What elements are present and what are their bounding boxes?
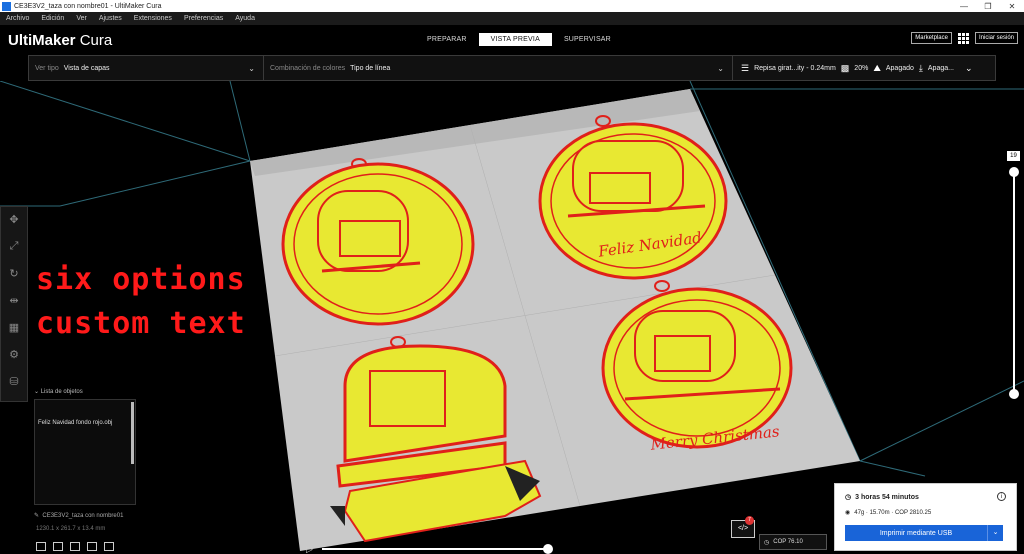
tab-supervisar[interactable]: SUPERVISAR [552, 33, 623, 46]
object-name[interactable]: ✎ CE3E3V2_taza con nombre01 [34, 512, 123, 519]
list-item[interactable] [35, 400, 135, 408]
overlay-caption-line2: custom text [36, 306, 246, 341]
view-type-label: Ver tipo [35, 64, 59, 72]
list-item[interactable]: Feliz Navidad fondo rojo.obj [35, 416, 135, 430]
scale-icon[interactable]: ⤢ [10, 240, 19, 253]
list-item[interactable] [35, 408, 135, 416]
3d-view-icon[interactable] [36, 542, 46, 551]
menu-ver[interactable]: Ver [76, 15, 87, 22]
menu-extensiones[interactable]: Extensiones [134, 15, 172, 22]
list-item[interactable] [35, 438, 135, 446]
chevron-down-icon: ⌄ [964, 62, 973, 73]
path-slider-handle[interactable] [543, 544, 553, 554]
tab-vista-previa[interactable]: VISTA PREVIA [478, 33, 552, 46]
print-settings-summary[interactable]: ☰ Repisa girat...ity - 0.24mm ▩ 20% ⛰ Ap… [733, 63, 973, 74]
list-item[interactable] [35, 430, 135, 438]
object-dimensions: 1230.1 x 261.7 x 13.4 mm [36, 526, 106, 532]
color-scheme-value: Tipo de línea [350, 64, 391, 72]
print-usb-button[interactable]: Imprimir mediante USB ⌄ [845, 525, 1003, 541]
brand-logo: UltiMaker Cura [8, 31, 113, 49]
menu-ayuda[interactable]: Ayuda [235, 15, 255, 22]
left-view-icon[interactable] [87, 542, 97, 551]
chevron-down-icon[interactable]: ⌄ [987, 525, 1003, 541]
layer-slider-bottom-handle[interactable] [1009, 389, 1019, 399]
mirror-icon[interactable]: ⇹ [9, 294, 18, 307]
view-type-select[interactable]: Ver tipo Vista de capas ⌄ [29, 56, 264, 80]
object-list[interactable]: Feliz Navidad fondo rojo.obj [34, 399, 136, 505]
info-icon[interactable]: i [997, 492, 1006, 501]
minimize-button[interactable]: — [952, 2, 976, 11]
path-slider-track[interactable] [322, 548, 548, 550]
cura-app-icon [2, 1, 11, 11]
support-value: Apagado [885, 64, 914, 72]
close-button[interactable]: ✕ [1000, 2, 1024, 11]
view-type-value: Vista de capas [63, 64, 110, 72]
list-item[interactable] [35, 446, 135, 454]
maximize-button[interactable]: ❐ [976, 2, 1000, 11]
rotate-icon[interactable]: ↻ [9, 267, 18, 280]
view-toolbar: Ver tipo Vista de capas ⌄ Combinación de… [28, 55, 996, 81]
camera-view-buttons [36, 542, 114, 551]
clock-icon: ◷ [764, 539, 770, 546]
print-panel: ◷ 3 horas 54 minutos i ◉ 47g · 15.70m · … [834, 483, 1017, 551]
chevron-down-icon: ⌄ [717, 63, 724, 73]
profile-label: Repisa girat...ity - 0.24mm [754, 64, 836, 72]
play-icon[interactable]: ▷ [306, 544, 313, 554]
signin-button[interactable]: Iniciar sesión [974, 32, 1018, 44]
color-scheme-label: Combinación de colores [270, 64, 346, 72]
sliders-icon: ☰ [741, 62, 750, 73]
window-title: CE3E3V2_taza con nombre01 - UltiMaker Cu… [14, 2, 162, 10]
print-material: ◉ 47g · 15.70m · COP 2810.25 [845, 509, 932, 517]
tab-preparar[interactable]: PREPARAR [415, 33, 479, 46]
marketplace-button[interactable]: Marketplace [911, 32, 952, 44]
support-icon: ⛰ [873, 62, 881, 73]
spool-icon: ◉ [845, 510, 851, 516]
per-model-settings-icon[interactable]: ▦ [9, 321, 19, 334]
tool-column: ✥ ⤢ ↻ ⇹ ▦ ⚙ ⛁ [0, 206, 28, 402]
infill-value: 20% [854, 64, 869, 72]
notification-badge: 7 [745, 516, 754, 525]
apps-grid-icon[interactable] [957, 32, 969, 44]
cylinder-icon[interactable]: ⛁ [9, 375, 18, 388]
title-bar: CE3E3V2_taza con nombre01 - UltiMaker Cu… [0, 0, 1024, 12]
adhesion-value: Apaga... [927, 64, 954, 72]
object-list-scrollbar[interactable] [131, 402, 134, 464]
front-view-icon[interactable] [53, 542, 63, 551]
menu-edicion[interactable]: Edición [41, 15, 64, 22]
menu-preferencias[interactable]: Preferencias [184, 15, 223, 22]
menu-ajustes[interactable]: Ajustes [99, 15, 122, 22]
menu-archivo[interactable]: Archivo [6, 15, 29, 22]
object-list-title[interactable]: ⌄ Lista de objetos [34, 388, 140, 395]
print-time: ◷ 3 horas 54 minutos [845, 493, 919, 502]
infill-icon: ▩ [840, 62, 850, 73]
top-view-icon[interactable] [70, 542, 80, 551]
object-list-panel: ⌄ Lista de objetos Feliz Navidad fondo r… [28, 388, 140, 510]
layer-slider-top-handle[interactable] [1009, 167, 1019, 177]
overlay-caption-line1: six options [36, 262, 246, 297]
adhesion-icon: ⤓ [918, 62, 923, 73]
move-icon[interactable]: ✥ [9, 213, 18, 226]
stage-tabs: PREPARAR VISTA PREVIA SUPERVISAR [415, 33, 623, 46]
right-view-icon[interactable] [104, 542, 114, 551]
color-scheme-select[interactable]: Combinación de colores Tipo de línea ⌄ [264, 56, 733, 80]
app-header: UltiMaker Cura PREPARAR VISTA PREVIA SUP… [0, 25, 1024, 55]
cost-indicator: ◷ COP 76.10 [759, 534, 827, 550]
support-blocker-icon[interactable]: ⚙ [9, 348, 19, 361]
layer-number[interactable]: 19 [1007, 151, 1020, 161]
pencil-icon[interactable]: ✎ [34, 513, 39, 519]
menu-bar: Archivo Edición Ver Ajustes Extensiones … [0, 12, 1024, 25]
chevron-down-icon: ⌄ [248, 63, 255, 73]
layer-slider-track[interactable] [1013, 172, 1015, 394]
clock-icon: ◷ [845, 494, 852, 501]
